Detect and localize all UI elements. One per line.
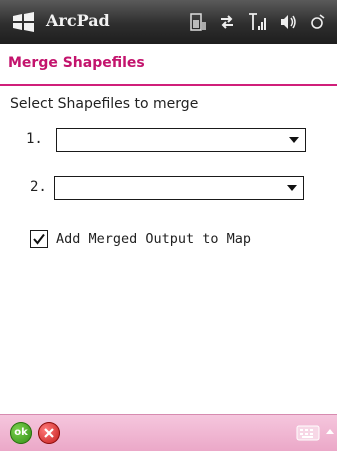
checkmark-icon xyxy=(33,233,45,245)
chevron-up-icon[interactable] xyxy=(326,429,334,434)
add-merged-output-label[interactable]: Add Merged Output to Map xyxy=(56,231,251,247)
close-ok-icon[interactable] xyxy=(309,12,327,32)
volume-icon[interactable] xyxy=(279,12,297,32)
app-title: ArcPad xyxy=(46,11,110,30)
dialog-title: Merge Shapefiles xyxy=(8,55,145,71)
command-bar: ok xyxy=(0,414,337,451)
connectivity-icon[interactable] xyxy=(219,13,235,31)
ok-button[interactable]: ok xyxy=(10,422,32,444)
field-1-label: 1. xyxy=(26,131,43,147)
cancel-icon xyxy=(44,428,54,438)
cancel-button[interactable] xyxy=(38,422,60,444)
chevron-down-icon[interactable] xyxy=(289,137,299,143)
shapefile-1-dropdown[interactable] xyxy=(56,128,306,152)
windows-start-icon[interactable] xyxy=(12,12,36,36)
add-merged-output-checkbox[interactable] xyxy=(30,230,48,248)
field-2-label: 2. xyxy=(30,179,47,195)
shapefile-2-dropdown[interactable] xyxy=(54,176,304,200)
dialog-header: Merge Shapefiles xyxy=(0,44,337,86)
battery-icon[interactable] xyxy=(189,12,207,32)
ok-icon: ok xyxy=(14,427,28,438)
keyboard-icon[interactable] xyxy=(296,425,320,445)
select-shapefiles-prompt: Select Shapefiles to merge xyxy=(10,96,199,112)
chevron-down-icon[interactable] xyxy=(287,185,297,191)
status-icons xyxy=(189,10,327,34)
title-bar: ArcPad xyxy=(0,0,337,44)
signal-icon[interactable] xyxy=(247,12,267,32)
